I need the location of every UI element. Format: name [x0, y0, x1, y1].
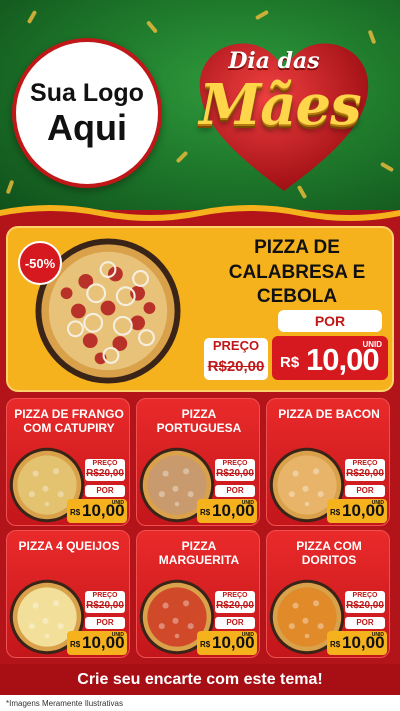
logo-placeholder: Sua Logo Aqui — [12, 38, 162, 188]
por-label: POR — [215, 617, 255, 629]
logo-text-line1: Sua Logo — [30, 78, 144, 107]
confetti-decoration — [26, 9, 38, 25]
currency-symbol: R$ — [200, 508, 211, 517]
confetti-decoration — [145, 20, 159, 34]
preco-label: PREÇO — [222, 592, 248, 599]
old-price-tag: PREÇO R$20,00 — [215, 459, 255, 481]
old-price: R$20,00 — [207, 358, 265, 375]
pizza-card: PIZZA DE BACON PREÇO R$20,00 POR R$ 10,0… — [266, 398, 390, 526]
por-label: POR — [345, 485, 385, 497]
confetti-decoration — [254, 9, 270, 21]
price-tag: R$ 10,00 UNID — [327, 631, 387, 655]
confetti-decoration — [379, 161, 395, 173]
old-price: R$20,00 — [216, 468, 254, 479]
pizza-card: PIZZA 4 QUEIJOS PREÇO R$20,00 POR R$ 10,… — [6, 530, 130, 658]
confetti-decoration — [5, 179, 15, 195]
currency-symbol: R$ — [70, 640, 81, 649]
currency-symbol: R$ — [200, 640, 211, 649]
currency-symbol: R$ — [280, 354, 300, 371]
old-price: R$20,00 — [216, 600, 254, 611]
event-title-main: Mães — [199, 72, 361, 138]
old-price-tag: PREÇO R$20,00 — [215, 591, 255, 613]
featured-offer: -50% PIZZA DE CALABRESA E CEBOLA POR PRE… — [6, 226, 394, 392]
confetti-decoration — [175, 150, 189, 164]
unit-label: UNID — [111, 632, 124, 638]
featured-pizza-name: PIZZA DE CALABRESA E CEBOLA — [228, 237, 366, 308]
pizza-name: PIZZA PORTUGUESA — [156, 407, 242, 436]
wave-divider — [0, 205, 400, 226]
por-label: POR — [85, 485, 125, 497]
price-tag: R$ 10,00 UNID — [67, 631, 127, 655]
unit-label: UNID — [371, 632, 384, 638]
old-price-tag: PREÇO R$20,00 — [345, 591, 385, 613]
cta-banner[interactable]: Crie seu encarte com este tema! — [0, 664, 400, 695]
old-price: R$20,00 — [346, 468, 384, 479]
old-price-tag: PREÇO R$20,00 — [85, 591, 125, 613]
pizza-name: PIZZA DE BACON — [278, 407, 380, 421]
currency-symbol: R$ — [330, 508, 341, 517]
preco-label: PREÇO — [222, 460, 248, 467]
price-tag: R$ 10,00 UNID — [67, 499, 127, 523]
price-tag: R$ 10,00 UNID — [197, 631, 257, 655]
featured-price-tag: R$ 10,00 UNID — [270, 334, 390, 382]
pizza-name: PIZZA MARGUERITA — [158, 539, 240, 568]
footnote: *Imagens Meramente Ilustrativas — [6, 699, 123, 708]
old-price-tag: PREÇO R$20,00 — [204, 338, 268, 380]
preco-label: PREÇO — [92, 592, 118, 599]
logo-text-line2: Aqui — [47, 106, 127, 148]
unit-label: UNID — [111, 500, 124, 506]
unit-label: UNID — [371, 500, 384, 506]
pizza-card: PIZZA PORTUGUESA PREÇO R$20,00 POR R$ 10… — [136, 398, 260, 526]
header-banner: Sua Logo Aqui Dia das Mães — [0, 0, 400, 215]
pizza-card: PIZZA DE FRANGO COM CATUPIRY PREÇO R$20,… — [6, 398, 130, 526]
old-price: R$20,00 — [86, 468, 124, 479]
pizza-name: PIZZA COM DORITOS — [296, 539, 362, 568]
currency-symbol: R$ — [330, 640, 341, 649]
pizza-name: PIZZA DE FRANGO COM CATUPIRY — [14, 407, 124, 436]
old-price: R$20,00 — [346, 600, 384, 611]
por-label: POR — [345, 617, 385, 629]
discount-badge: -50% — [18, 241, 62, 285]
price-tag: R$ 10,00 UNID — [197, 499, 257, 523]
pizza-card: PIZZA COM DORITOS PREÇO R$20,00 POR R$ 1… — [266, 530, 390, 658]
unit-label: UNID — [241, 632, 254, 638]
preco-label: PREÇO — [212, 338, 260, 353]
preco-label: PREÇO — [352, 460, 378, 467]
price-tag: R$ 10,00 UNID — [327, 499, 387, 523]
old-price-tag: PREÇO R$20,00 — [85, 459, 125, 481]
unit-label: UNID — [241, 500, 254, 506]
unit-label: UNID — [362, 340, 382, 349]
por-label: POR — [278, 310, 382, 332]
por-label: POR — [215, 485, 255, 497]
preco-label: PREÇO — [92, 460, 118, 467]
event-title-top: Dia das — [228, 48, 320, 74]
por-label: POR — [85, 617, 125, 629]
old-price: R$20,00 — [86, 600, 124, 611]
old-price-tag: PREÇO R$20,00 — [345, 459, 385, 481]
pizza-name: PIZZA 4 QUEIJOS — [18, 539, 120, 553]
preco-label: PREÇO — [352, 592, 378, 599]
pizza-card: PIZZA MARGUERITA PREÇO R$20,00 POR R$ 10… — [136, 530, 260, 658]
currency-symbol: R$ — [70, 508, 81, 517]
